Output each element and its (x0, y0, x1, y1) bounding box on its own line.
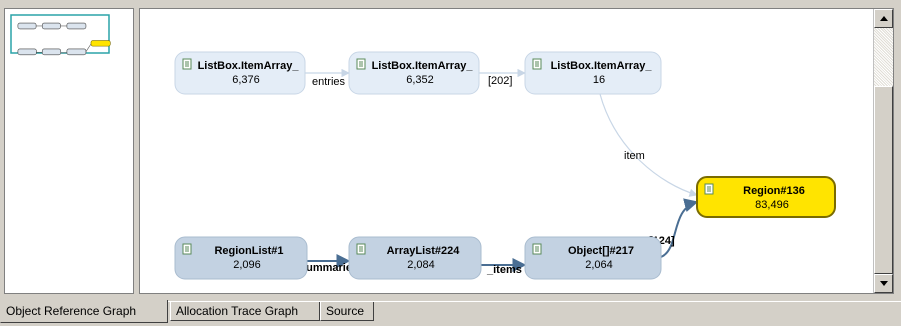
graph-overview-minimap[interactable] (4, 8, 134, 294)
memory-profiler-view: entries [202] item summaries _items [124] List… (0, 0, 901, 326)
node-box (174, 51, 306, 95)
graph-node[interactable]: RegionList#1 2,096 (174, 236, 308, 280)
minimap-node (66, 48, 87, 56)
minimap-node (41, 22, 61, 30)
minimap-svg (10, 14, 111, 56)
tab-object-reference-graph[interactable]: Object Reference Graph (0, 300, 168, 323)
node-title: ListBox.ItemArray_ (372, 60, 474, 72)
edge-label: _items (486, 264, 522, 276)
vertical-scrollbar[interactable] (873, 9, 893, 293)
minimap-node (90, 40, 111, 47)
node-box (696, 176, 836, 218)
node-title: ListBox.ItemArray_ (198, 60, 300, 72)
minimap-node (41, 48, 62, 56)
node-title: Object[]#217 (568, 245, 634, 257)
graph-svg: entries [202]itemsummaries _items[124]List… (174, 51, 836, 280)
node-size-value: 2,096 (233, 259, 261, 271)
tab-allocation-trace-graph[interactable]: Allocation Trace Graph (170, 302, 320, 321)
scroll-up-button[interactable] (874, 9, 893, 28)
graph-node[interactable]: Object[]#217 2,064 (524, 236, 662, 280)
scrollbar-thumb[interactable] (874, 86, 893, 274)
node-size-value: 83,496 (755, 199, 789, 211)
node-size-value: 2,064 (585, 259, 613, 271)
arrow-down-icon (879, 281, 888, 286)
minimap-node (17, 22, 37, 30)
graph-node[interactable]: ListBox.ItemArray_ 6,376 (174, 51, 306, 95)
document-icon (356, 58, 366, 70)
node-title: RegionList#1 (214, 245, 283, 257)
edge-label: item (624, 150, 645, 162)
document-icon (532, 243, 542, 255)
node-box (174, 236, 308, 280)
tab-source[interactable]: Source (320, 302, 374, 321)
minimap-viewport[interactable] (10, 14, 110, 54)
object-reference-graph-canvas[interactable]: entries [202] item summaries _items [124] List… (139, 8, 894, 294)
document-icon (704, 183, 714, 195)
node-size-value: 6,352 (406, 74, 434, 86)
minimap-node (66, 22, 87, 30)
node-size-value: 6,376 (232, 74, 260, 86)
graph-edge[interactable] (660, 198, 699, 258)
node-title: ArrayList#224 (387, 245, 461, 257)
graph-edge[interactable] (599, 93, 698, 197)
graph-node[interactable]: ListBox.ItemArray_ 6,352 (348, 51, 480, 95)
graph-node[interactable]: ListBox.ItemArray_ 16 (524, 51, 662, 95)
document-icon (532, 58, 542, 70)
node-box (348, 51, 480, 95)
scrollbar-track[interactable] (874, 28, 893, 86)
arrow-up-icon (879, 16, 888, 21)
document-icon (182, 243, 192, 255)
minimap-nodes (17, 22, 111, 56)
node-size-value: 16 (593, 74, 605, 86)
graph-node[interactable]: ArrayList#224 2,084 (348, 236, 482, 280)
node-size-value: 2,084 (407, 259, 435, 271)
minimap-node (17, 48, 37, 56)
document-icon (182, 58, 192, 70)
edge-label: entries (312, 76, 346, 88)
node-box (524, 236, 662, 280)
view-tabs: Object Reference Graph Allocation Trace … (0, 300, 901, 324)
graph-node[interactable]: Region#136 83,496 (696, 176, 836, 218)
node-title: ListBox.ItemArray_ (551, 60, 653, 72)
node-box (524, 51, 662, 95)
node-box (348, 236, 482, 280)
edge-label: [202] (488, 75, 512, 87)
node-title: Region#136 (743, 185, 805, 197)
minimap-edge (85, 43, 92, 52)
document-icon (356, 243, 366, 255)
scroll-down-button[interactable] (874, 274, 893, 293)
